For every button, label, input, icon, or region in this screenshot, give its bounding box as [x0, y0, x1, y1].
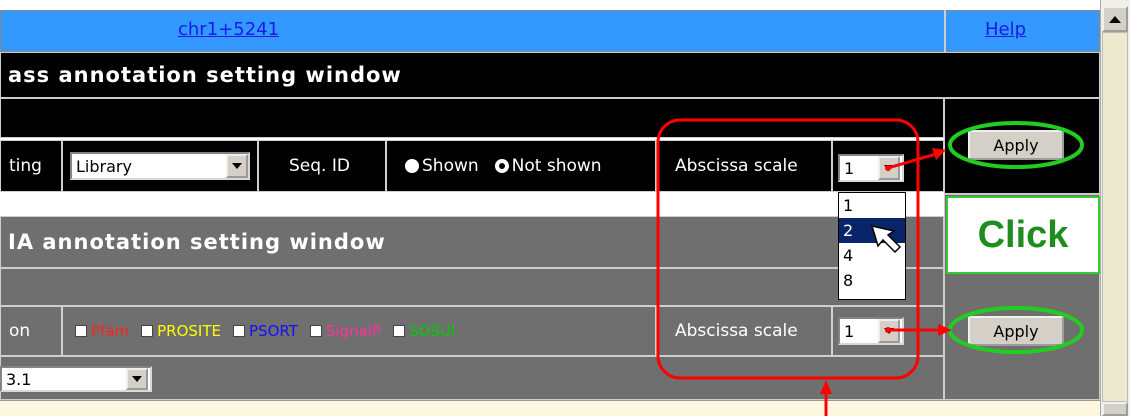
red-dot-top	[885, 165, 891, 171]
green-highlight-ellipse-bottom	[948, 306, 1084, 354]
annotation-overlay	[656, 118, 1084, 416]
red-arrow-top	[887, 152, 937, 170]
red-highlight-box	[656, 118, 920, 380]
red-arrowhead-top-icon	[932, 148, 946, 160]
mouse-cursor-icon	[870, 224, 902, 254]
red-arrowhead-up-icon	[820, 380, 832, 394]
red-dot-bottom	[885, 327, 891, 333]
green-highlight-ellipse-top	[948, 121, 1084, 169]
